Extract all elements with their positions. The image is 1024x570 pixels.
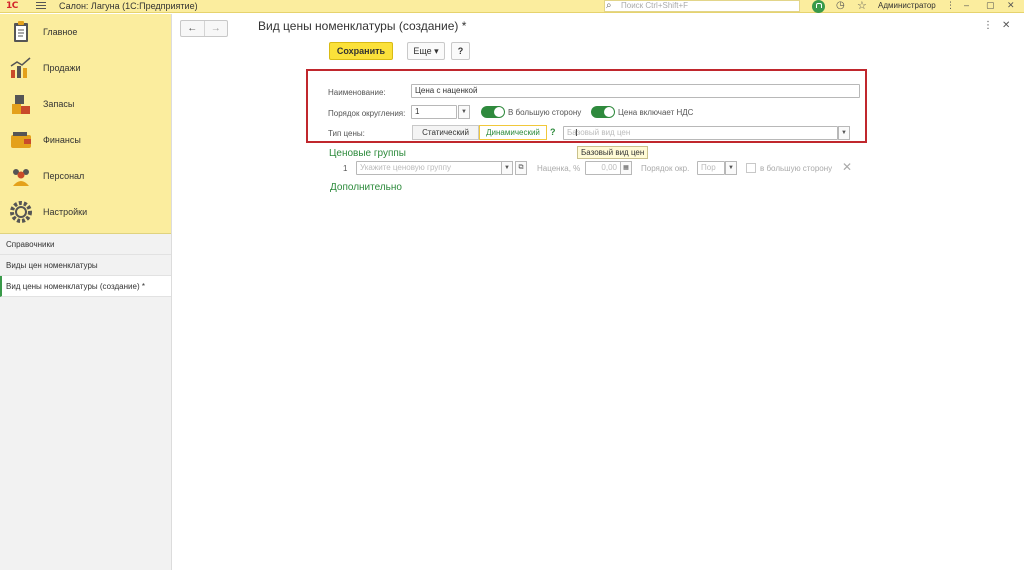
price-groups-title: Ценовые группы	[329, 148, 406, 159]
group-rounding-label: Порядок окр.	[641, 164, 690, 173]
search-icon: ⌕	[606, 0, 612, 11]
base-price-input[interactable]: Базовый вид цен	[563, 126, 838, 140]
section-settings[interactable]: Настройки	[0, 194, 171, 230]
rounding-dropdown-icon[interactable]: ▼	[458, 105, 470, 119]
section-label: Настройки	[43, 207, 88, 217]
people-icon	[13, 169, 29, 186]
section-label: Главное	[43, 27, 78, 37]
history-nav: ← →	[180, 20, 228, 37]
text-cursor-icon: I	[575, 128, 578, 139]
delete-row-icon[interactable]: ✕	[842, 160, 852, 174]
group-round-up-checkbox[interactable]	[746, 163, 756, 173]
round-up-toggle[interactable]	[481, 106, 505, 118]
section-finance[interactable]: Финансы	[0, 122, 171, 158]
name-input[interactable]: Цена с наценкой	[411, 84, 860, 98]
base-price-dropdown-icon[interactable]: ▼	[838, 126, 850, 140]
sales-chart-icon	[10, 57, 31, 78]
wallet-icon	[11, 132, 31, 148]
open-group-icon[interactable]: ⧉	[515, 161, 527, 175]
group-rounding-dropdown-icon[interactable]: ▼	[725, 161, 737, 175]
vat-label: Цена включает НДС	[618, 108, 694, 117]
section-staff[interactable]: Персонал	[0, 158, 171, 194]
nav-link-directories[interactable]: Справочники	[0, 234, 171, 255]
round-up-label: В большую сторону	[508, 108, 582, 117]
form-more-icon[interactable]: ⋮	[983, 20, 993, 31]
window-close-button[interactable]: ✕	[1007, 0, 1015, 11]
row-number: 1	[343, 164, 348, 173]
price-group-input[interactable]: Укажите ценовую группу	[356, 161, 502, 175]
restore-button[interactable]: ▢	[986, 0, 995, 11]
gear-icon	[10, 201, 32, 223]
notifications-bell-icon[interactable]	[812, 0, 825, 13]
hamburger-menu-icon[interactable]	[36, 2, 46, 10]
group-rounding-select[interactable]: Пор	[697, 161, 725, 175]
app-more-icon[interactable]: ⋮	[946, 0, 955, 11]
section-sales[interactable]: Продажи	[0, 50, 171, 86]
save-button[interactable]: Сохранить	[329, 42, 393, 60]
markup-label: Наценка, %	[537, 164, 581, 173]
markup-input[interactable]: 0,00	[585, 161, 621, 175]
section-main[interactable]: Главное	[0, 14, 171, 50]
search-placeholder: Поиск Ctrl+Shift+F	[621, 1, 689, 10]
favorites-star-icon[interactable]: ☆	[857, 0, 867, 12]
price-group-dropdown-icon[interactable]: ▼	[501, 161, 513, 175]
sidebar: Главное Продажи Запасы Финансы Персонал …	[0, 14, 172, 570]
section-stock[interactable]: Запасы	[0, 86, 171, 122]
price-type-static[interactable]: Статический	[412, 125, 479, 140]
group-round-up-label: в большую сторону	[760, 164, 833, 173]
section-label: Финансы	[43, 135, 81, 145]
page-title: Вид цены номенклатуры (создание) *	[258, 19, 467, 33]
current-user[interactable]: Администратор	[878, 1, 936, 10]
price-type-dynamic[interactable]: Динамический	[479, 125, 547, 140]
more-actions-button[interactable]: Еще ▾	[407, 42, 445, 60]
help-button[interactable]: ?	[451, 42, 470, 60]
app-title: Салон: Лагуна (1С:Предприятие)	[59, 1, 198, 11]
app-logo: 1С	[6, 1, 18, 11]
price-type-label: Тип цены:	[328, 129, 365, 138]
stock-boxes-icon	[12, 95, 30, 114]
additional-section-title[interactable]: Дополнительно	[330, 182, 402, 193]
name-label: Наименование:	[328, 88, 386, 97]
history-icon[interactable]: ◷	[836, 0, 845, 11]
back-button[interactable]: ←	[181, 21, 204, 36]
vat-toggle[interactable]	[591, 106, 615, 118]
tooltip: Базовый вид цен	[577, 146, 649, 159]
title-bar: 1С Салон: Лагуна (1С:Предприятие) ⌕ Поис…	[0, 0, 1024, 13]
sections-panel: Главное Продажи Запасы Финансы Персонал …	[0, 14, 171, 234]
minimize-button[interactable]: –	[964, 0, 969, 10]
calculator-icon[interactable]: ▦	[620, 161, 632, 175]
section-label: Персонал	[43, 171, 85, 181]
section-label: Запасы	[43, 99, 75, 109]
forward-button[interactable]: →	[203, 21, 228, 36]
clipboard-icon	[14, 21, 28, 42]
section-label: Продажи	[43, 63, 81, 73]
rounding-select[interactable]: 1	[411, 105, 457, 119]
form-close-icon[interactable]: ✕	[1002, 20, 1010, 31]
nav-link-current-form[interactable]: Вид цены номенклатуры (создание) *	[0, 276, 171, 297]
rounding-label: Порядок округления:	[328, 109, 406, 118]
nav-link-price-types[interactable]: Виды цен номенклатуры	[0, 255, 171, 276]
price-type-help-link[interactable]: ?	[550, 127, 556, 137]
